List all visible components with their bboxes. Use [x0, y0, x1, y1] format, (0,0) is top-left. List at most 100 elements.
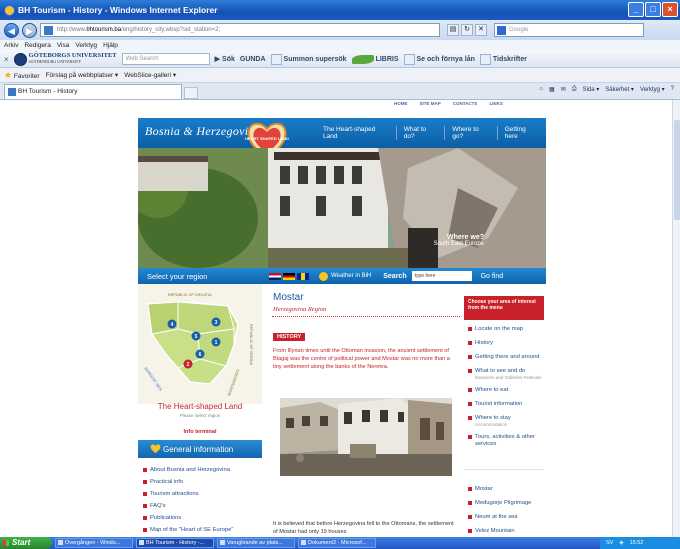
- uk-flag-icon[interactable]: [269, 272, 281, 280]
- city-link-stay[interactable]: Where to stay Accommodation: [468, 415, 544, 427]
- scrollbar-thumb[interactable]: [674, 120, 680, 220]
- university-sub: GOTHENBURG UNIVERSITY: [28, 59, 82, 64]
- menu-hjalp[interactable]: Hjälp: [103, 42, 118, 49]
- clock[interactable]: 15:52: [630, 537, 644, 549]
- de-flag-icon[interactable]: [283, 272, 295, 280]
- city-link-tourist-info-label: Tourist information: [475, 401, 523, 407]
- web-search-input[interactable]: Web Search: [121, 53, 210, 65]
- city-link-tourist-info[interactable]: Tourist information: [468, 401, 544, 408]
- mail-icon[interactable]: ✉: [561, 86, 566, 93]
- city-link-getting-there[interactable]: Getting there and around: [468, 354, 544, 361]
- start-button[interactable]: Start: [0, 537, 52, 549]
- command-verktyg[interactable]: Verktyg ▾: [640, 86, 665, 93]
- task-bh-tourism[interactable]: BH Tourism - History -...: [136, 538, 214, 548]
- site-search-input[interactable]: type here: [411, 271, 472, 281]
- menu-arkiv[interactable]: Arkiv: [4, 42, 18, 49]
- city-list-medugorje[interactable]: Medugorje Pilgrimage: [468, 500, 544, 507]
- city-list-neum[interactable]: Neum at the sea: [468, 514, 544, 521]
- info-terminal-link[interactable]: Info terminal: [138, 429, 262, 435]
- favorites-button[interactable]: ★ Favoriter: [4, 70, 40, 81]
- left-links: About Bosnia and Herzegovina Practical i…: [143, 464, 233, 536]
- tab-bh-tourism[interactable]: BH Tourism - History: [4, 84, 182, 99]
- maximize-button[interactable]: □: [645, 2, 661, 17]
- left-link-publications[interactable]: Publications: [143, 512, 233, 524]
- weather-link[interactable]: Weather in BiH: [319, 271, 371, 281]
- task-overgangen[interactable]: Overgången - Windo...: [55, 538, 133, 548]
- vertical-scrollbar[interactable]: [672, 100, 680, 537]
- nav-what-to-do[interactable]: What to do?: [395, 126, 445, 140]
- left-link-about[interactable]: About Bosnia and Herzegovina: [143, 464, 233, 476]
- top-link-contacts[interactable]: CONTACTS: [453, 101, 478, 106]
- top-link-home[interactable]: HOME: [394, 101, 408, 106]
- network-icon[interactable]: ◈: [619, 537, 623, 549]
- compatibility-icon[interactable]: ▤: [447, 24, 459, 36]
- nav-where-to-go[interactable]: Where to go?: [444, 126, 496, 140]
- left-link-map[interactable]: Map of the "Heart of SE Europe": [143, 524, 233, 536]
- print-icon[interactable]: ⎙: [572, 86, 577, 93]
- hero-image: Where we? South East Europe: [138, 148, 546, 268]
- libris-link[interactable]: LIBRIS: [351, 54, 399, 64]
- region-map[interactable]: 4 3 5 1 6 2 REPUBLIC OF CROATIA REPUBLIC…: [138, 284, 262, 404]
- address-input[interactable]: http://www.bhtourism.ba/eng/history_city…: [40, 23, 440, 37]
- bullet-icon: [468, 327, 472, 331]
- summon-icon: [270, 53, 282, 65]
- task-varuglirande[interactable]: Varuglirande av plats...: [217, 538, 295, 548]
- go-find-button[interactable]: Go find: [481, 273, 504, 280]
- summon-link[interactable]: Summon supersök: [270, 53, 347, 65]
- forward-button[interactable]: ▶: [22, 22, 37, 38]
- region-bar: Select your region Weather in BiH Search…: [138, 268, 546, 284]
- favorites-bar: ★ Favoriter Förslag på webbplatser ▾ Web…: [0, 68, 680, 83]
- city-link-tours[interactable]: Tours, activities & other services: [468, 434, 544, 448]
- top-link-links[interactable]: LINKS: [489, 101, 503, 106]
- close-button[interactable]: ×: [662, 2, 678, 17]
- gunda-link[interactable]: GUNDA: [240, 56, 266, 63]
- gu-logo[interactable]: GÖTEBORGS UNIVERSITET GOTHENBURG UNIVERSI…: [13, 52, 117, 66]
- refresh-icon[interactable]: ↻: [461, 24, 473, 36]
- webslice-gallery-link[interactable]: WebSlice-galleri ▾: [124, 71, 176, 79]
- command-sida[interactable]: Sida ▾: [583, 86, 600, 93]
- site-logo-text[interactable]: Bosnia & Herzegovina: [145, 124, 261, 139]
- tidskrifter-link[interactable]: Tidskrifter: [479, 53, 527, 65]
- home-icon[interactable]: ⌂: [539, 86, 543, 93]
- menu-verktyg[interactable]: Verktyg: [75, 42, 97, 49]
- stop-icon[interactable]: ✕: [475, 24, 487, 36]
- back-button[interactable]: ◀: [4, 22, 19, 38]
- left-column: 4 3 5 1 6 2 REPUBLIC OF CROATIA REPUBLIC…: [138, 284, 262, 537]
- help-icon[interactable]: ?: [671, 86, 674, 93]
- minimize-button[interactable]: _: [628, 2, 644, 17]
- sok-button[interactable]: ▶ Sök: [215, 55, 235, 64]
- search-input[interactable]: Google: [494, 23, 644, 37]
- city-list-medugorje-label: Medugorje Pilgrimage: [475, 500, 532, 506]
- left-link-attractions-label: Tourism attractions: [150, 491, 199, 497]
- top-link-sitemap[interactable]: SITE MAP: [420, 101, 441, 106]
- city-link-history[interactable]: History: [468, 340, 544, 347]
- select-region-button[interactable]: Select your region: [138, 272, 260, 281]
- site-header: Bosnia & Herzegovina HEART SHAPED LAND T…: [138, 118, 546, 160]
- city-link-eat[interactable]: Where to eat: [468, 387, 544, 394]
- left-link-faq[interactable]: FAQ's: [143, 500, 233, 512]
- language-indicator[interactable]: SV: [606, 537, 613, 549]
- task-dokument2[interactable]: Dokument2 - Microsof...: [298, 538, 376, 548]
- toolbar-close-icon[interactable]: ×: [4, 55, 9, 64]
- menu-visa[interactable]: Visa: [57, 42, 70, 49]
- left-link-attractions[interactable]: Tourism attractions: [143, 488, 233, 500]
- window-title-bar[interactable]: BH Tourism - History - Windows Internet …: [0, 0, 680, 20]
- se-och-fornya-link[interactable]: Se och förnya lån: [403, 53, 475, 65]
- city-link-see-and-do[interactable]: What to see and do Museums and Galleries …: [468, 368, 544, 380]
- nav-heart-shaped-land[interactable]: The Heart-shaped Land: [316, 126, 396, 140]
- bullet-icon: [143, 516, 147, 520]
- menu-redigera[interactable]: Redigera: [24, 42, 50, 49]
- city-list-mostar[interactable]: Mostar: [468, 486, 544, 493]
- command-sakerhet[interactable]: Säkerhet ▾: [605, 86, 634, 93]
- city-link-see-and-do-text: What to see and do Museums and Galleries …: [475, 368, 541, 380]
- left-link-practical[interactable]: Practical info: [143, 476, 233, 488]
- nav-getting-here[interactable]: Getting here: [496, 126, 546, 140]
- right-divider: [464, 469, 544, 470]
- favorites-label: Favoriter: [13, 72, 40, 80]
- ba-flag-icon[interactable]: [297, 272, 309, 280]
- feeds-icon[interactable]: ▦: [549, 86, 555, 93]
- city-list-velez[interactable]: Velez Mountain: [468, 528, 544, 535]
- suggested-sites-link[interactable]: Förslag på webbplatser ▾: [46, 71, 119, 79]
- new-tab-button[interactable]: [184, 87, 198, 99]
- city-link-locate[interactable]: Locate on the map: [468, 326, 544, 333]
